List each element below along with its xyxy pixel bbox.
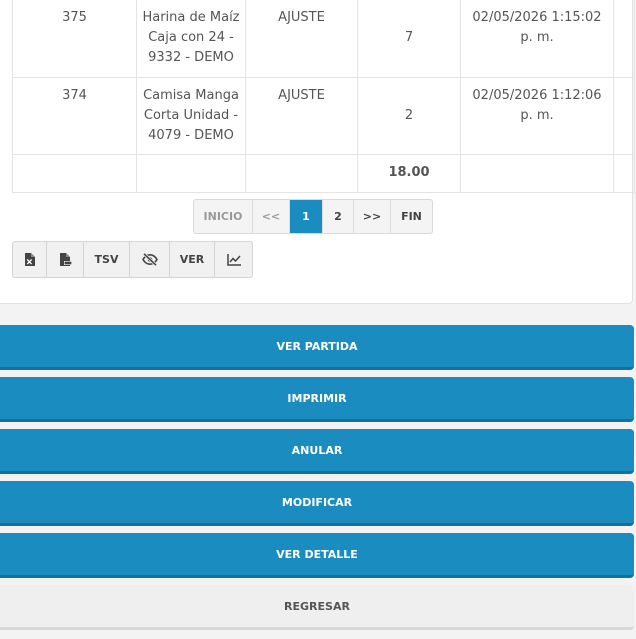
ver-partida-button[interactable]: VER PARTIDA <box>0 325 634 370</box>
totals-row: 18.00 <box>12 154 635 193</box>
ver-detalle-button[interactable]: VER DETALLE <box>0 533 634 578</box>
regresar-button[interactable]: REGRESAR <box>0 585 634 630</box>
cell-product: Harina de Maíz Caja con 24 - 9332 - DEMO <box>136 0 246 78</box>
cell-type: AJUSTE <box>245 0 358 78</box>
movements-table: 375 Harina de Maíz Caja con 24 - 9332 - … <box>12 0 635 193</box>
cell-type: AJUSTE <box>245 77 358 155</box>
page-prev-button[interactable]: << <box>253 200 290 233</box>
line-chart-icon <box>226 253 241 266</box>
export-tsv-button[interactable]: TSV <box>84 242 130 277</box>
export-toolbar: TSV VER <box>12 241 253 278</box>
eye-slash-icon <box>141 253 158 266</box>
toggle-columns-button[interactable] <box>130 242 170 277</box>
page-1-button[interactable]: 1 <box>290 200 323 233</box>
page-last-button[interactable]: FIN <box>391 200 432 233</box>
table-row[interactable]: 374 Camisa Manga Corta Unidad - 4079 - D… <box>12 77 635 155</box>
cell-extra <box>613 0 635 78</box>
view-button[interactable]: VER <box>170 242 215 277</box>
export-excel-button[interactable] <box>13 242 47 277</box>
excel-file-icon <box>24 253 35 266</box>
modificar-button[interactable]: MODIFICAR <box>0 481 634 526</box>
imprimir-button[interactable]: IMPRIMIR <box>0 377 634 422</box>
pdf-file-icon <box>59 253 72 266</box>
page-first-button[interactable]: INICIO <box>194 200 253 233</box>
cell-qty: 7 <box>357 0 461 78</box>
total-empty-cell <box>12 154 137 193</box>
cell-date: 02/05/2026 1:12:06 p. m. <box>460 77 614 155</box>
total-empty-cell <box>245 154 358 193</box>
pagination: INICIO << 1 2 >> FIN <box>193 199 433 234</box>
table-row[interactable]: 375 Harina de Maíz Caja con 24 - 9332 - … <box>12 0 635 78</box>
total-empty-cell <box>460 154 614 193</box>
page-next-button[interactable]: >> <box>354 200 391 233</box>
cell-date: 02/05/2026 1:15:02 p. m. <box>460 0 614 78</box>
cell-extra <box>613 77 635 155</box>
chart-button[interactable] <box>215 242 252 277</box>
cell-id: 374 <box>12 77 137 155</box>
cell-id: 375 <box>12 0 137 78</box>
export-pdf-button[interactable] <box>47 242 84 277</box>
cell-qty: 2 <box>357 77 461 155</box>
page-2-button[interactable]: 2 <box>323 200 354 233</box>
total-empty-cell <box>613 154 635 193</box>
total-empty-cell <box>136 154 246 193</box>
results-panel: 375 Harina de Maíz Caja con 24 - 9332 - … <box>0 0 635 304</box>
anular-button[interactable]: ANULAR <box>0 429 634 474</box>
cell-product: Camisa Manga Corta Unidad - 4079 - DEMO <box>136 77 246 155</box>
total-quantity: 18.00 <box>357 154 461 193</box>
